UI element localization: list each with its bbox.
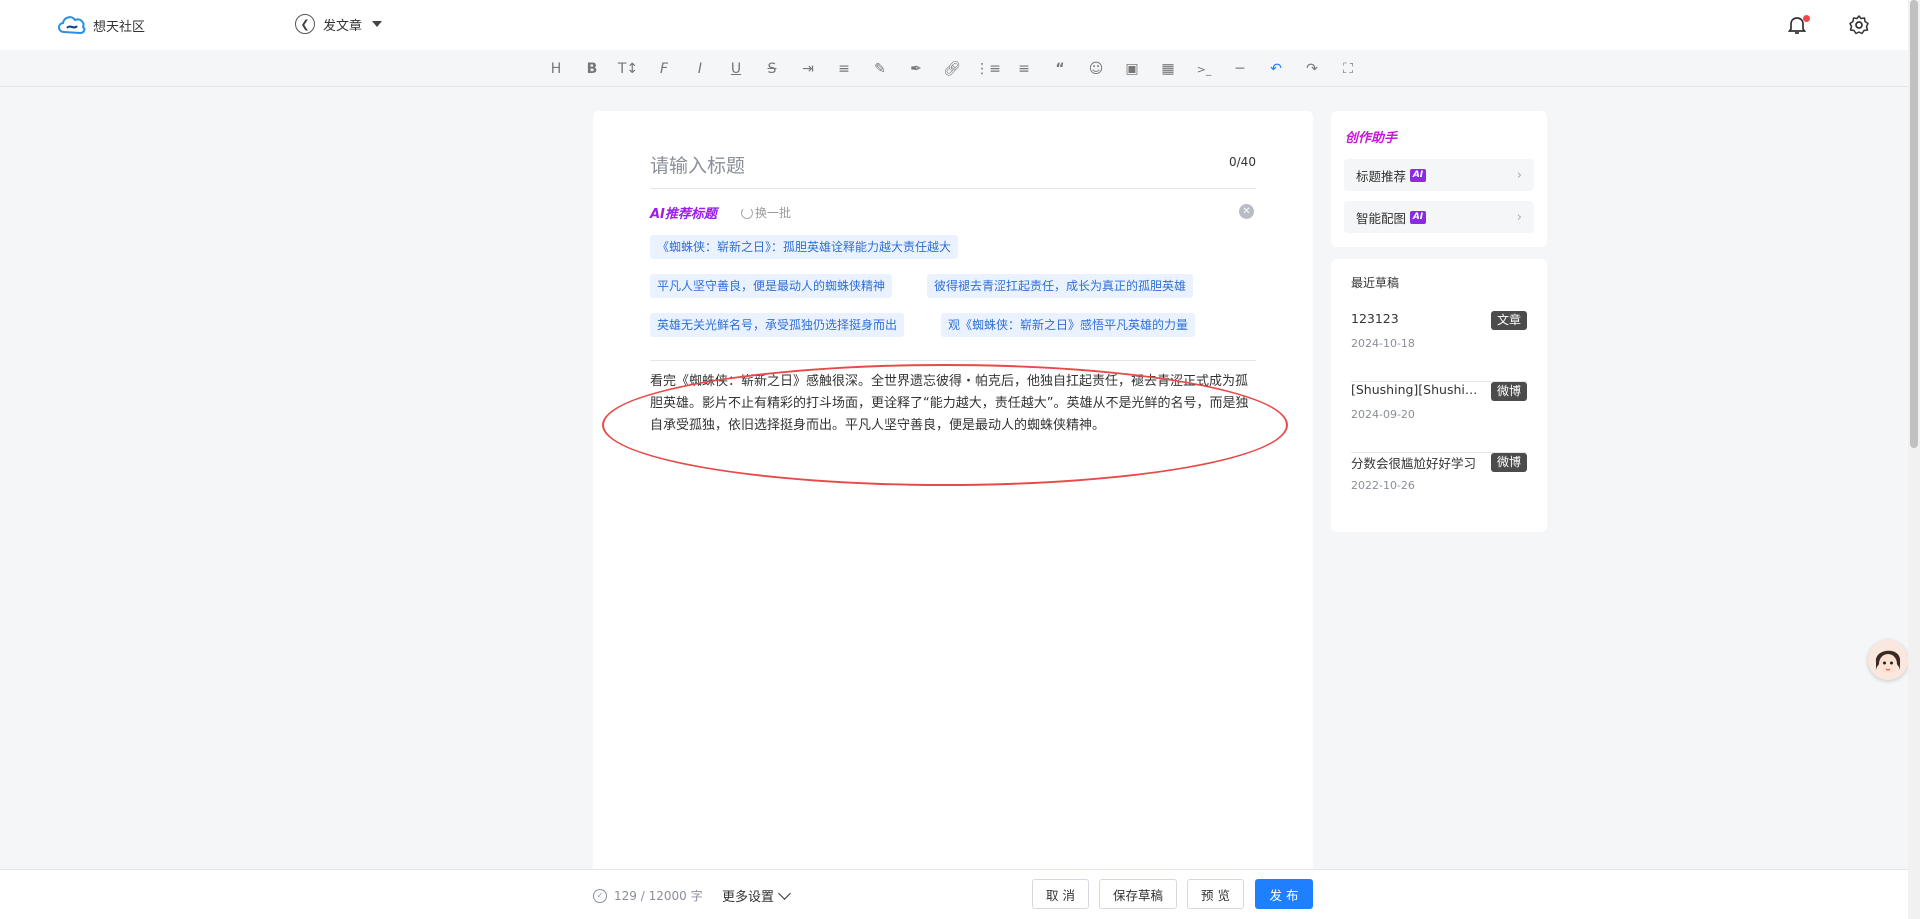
page-title: 发文章: [323, 18, 363, 34]
highlight-icon[interactable]: ✎: [869, 58, 891, 80]
fullscreen-icon[interactable]: ⛶: [1337, 58, 1359, 80]
ai-title-label: AI推荐标题: [650, 207, 717, 222]
draft-date: 2022-10-26: [1351, 479, 1415, 492]
scrollbar[interactable]: [1908, 0, 1920, 919]
cancel-button[interactable]: 取 消: [1032, 879, 1089, 909]
emoji-icon[interactable]: ☺: [1085, 58, 1107, 80]
assistant-item-label: 智能配图: [1356, 210, 1407, 226]
publish-button[interactable]: 发 布: [1255, 879, 1313, 909]
ai-badge: AI: [1410, 168, 1427, 182]
assistant-item-label: 标题推荐: [1356, 168, 1407, 184]
more-settings-button[interactable]: 更多设置: [722, 886, 791, 905]
draft-item[interactable]: [Shushing][Shushing] 微博 2024-09-20: [1351, 382, 1527, 453]
caret-down-icon[interactable]: [372, 21, 383, 27]
ordered-list-icon[interactable]: ≡: [1013, 58, 1035, 80]
title-recommend-button[interactable]: 标题推荐 AI ›: [1344, 159, 1534, 191]
draft-tag: 微博: [1490, 382, 1527, 401]
word-count: ✓ 129 / 12000 字: [593, 887, 703, 904]
hr-icon[interactable]: ─: [1229, 58, 1251, 80]
article-body[interactable]: 看完《蜘蛛侠：崭新之日》感触很深。全世界遗忘彼得・帕克后，他独自扛起责任，褪去青…: [650, 371, 1254, 437]
editor-toolbar: H B T↕ F I U S ⇥ ≡ ✎ ✒ 🔗︎ ⋮≡ ≡ “ ☺ ▣ ▦ >…: [0, 51, 1908, 87]
undo-icon[interactable]: ↶: [1265, 58, 1287, 80]
word-count-text: 129 / 12000 字: [614, 889, 703, 903]
back-arrow-icon[interactable]: ❮: [295, 14, 315, 34]
title-suggestion[interactable]: 英雄无关光鲜名号，承受孤独仍选择挺身而出: [650, 313, 905, 337]
title-char-count: 0/40: [1229, 155, 1256, 169]
draft-date: 2024-09-20: [1351, 408, 1415, 421]
draft-tag: 文章: [1490, 311, 1527, 330]
gear-icon[interactable]: [1848, 14, 1870, 40]
preview-button[interactable]: 预 览: [1187, 879, 1244, 909]
draft-name: 123123: [1351, 311, 1399, 326]
draft-name: [Shushing][Shushing]: [1351, 382, 1481, 397]
scrollbar-thumb[interactable]: [1910, 0, 1918, 448]
align-icon[interactable]: ≡: [833, 58, 855, 80]
assistant-avatar[interactable]: [1868, 640, 1908, 680]
logo-text: 想天社区: [93, 19, 146, 35]
ai-badge: AI: [1410, 210, 1427, 224]
back-nav[interactable]: ❮ 发文章: [295, 14, 383, 34]
bottom-bar: ✓ 129 / 12000 字 更多设置 取 消 保存草稿 预 览 发 布: [0, 869, 1908, 919]
recent-drafts-card: 最近草稿 123123 文章 2024-10-18 [Shushing][Shu…: [1331, 259, 1547, 532]
code-icon[interactable]: >_: [1193, 58, 1215, 80]
divider: [650, 360, 1256, 361]
editor-card: 0/40 AI推荐标题 换一批 ✕ 《蜘蛛侠：崭新之日》：孤胆英雄诠释能力越大责…: [593, 111, 1313, 919]
notification-dot: [1803, 15, 1810, 22]
title-suggestion[interactable]: 观《蜘蛛侠：崭新之日》感悟平凡英雄的力量: [941, 313, 1196, 337]
quote-icon[interactable]: “: [1049, 58, 1071, 80]
chevron-down-icon: [778, 886, 791, 900]
bold-icon[interactable]: B: [581, 58, 603, 80]
refresh-label: 换一批: [755, 206, 792, 220]
logo[interactable]: 想天社区: [55, 12, 145, 38]
draft-item[interactable]: 分数会很尴尬好好学习 微博 2022-10-26: [1351, 453, 1527, 524]
image-icon[interactable]: ▣: [1121, 58, 1143, 80]
title-suggestion[interactable]: 《蜘蛛侠：崭新之日》：孤胆英雄诠释能力越大责任越大: [650, 235, 959, 259]
top-header: 想天社区 ❮ 发文章: [0, 0, 1908, 50]
smart-image-button[interactable]: 智能配图 AI ›: [1344, 201, 1534, 233]
bullet-list-icon[interactable]: ⋮≡: [975, 58, 1001, 80]
drafts-title: 最近草稿: [1351, 276, 1400, 290]
refresh-icon: [741, 206, 753, 219]
draft-name: 分数会很尴尬好好学习: [1351, 456, 1477, 471]
more-settings-label: 更多设置: [722, 890, 775, 905]
draft-tag: 微博: [1490, 453, 1527, 472]
strikethrough-icon[interactable]: S: [761, 58, 783, 80]
link-icon[interactable]: 🔗︎: [941, 58, 963, 80]
chevron-right-icon: ›: [1516, 167, 1522, 183]
assistant-title: 创作助手: [1345, 131, 1398, 146]
title-suggestion[interactable]: 彼得褪去青涩扛起责任，成长为真正的孤胆英雄: [927, 274, 1194, 298]
heading-icon[interactable]: H: [545, 58, 567, 80]
draft-item[interactable]: 123123 文章 2024-10-18: [1351, 311, 1527, 382]
draft-date: 2024-10-18: [1351, 337, 1415, 350]
italic-icon[interactable]: I: [689, 58, 711, 80]
save-draft-button[interactable]: 保存草稿: [1099, 879, 1177, 909]
refresh-button[interactable]: 换一批: [741, 204, 791, 221]
creation-assistant-card: 创作助手 标题推荐 AI › 智能配图 AI ›: [1331, 111, 1547, 247]
cloud-logo-icon: [58, 16, 86, 35]
font-size-icon[interactable]: T↕: [617, 58, 639, 80]
brush-icon[interactable]: ✒: [905, 58, 927, 80]
table-icon[interactable]: ▦: [1157, 58, 1179, 80]
check-circle-icon: ✓: [593, 888, 607, 903]
font-family-icon[interactable]: F: [653, 58, 675, 80]
underline-icon[interactable]: U: [725, 58, 747, 80]
chevron-right-icon: ›: [1516, 209, 1522, 225]
divider: [650, 188, 1256, 189]
indent-icon[interactable]: ⇥: [797, 58, 819, 80]
redo-icon[interactable]: ↷: [1301, 58, 1323, 80]
title-input[interactable]: [650, 151, 1250, 181]
close-icon[interactable]: ✕: [1239, 204, 1254, 219]
title-suggestion[interactable]: 平凡人坚守善良，便是最动人的蜘蛛侠精神: [650, 274, 893, 298]
